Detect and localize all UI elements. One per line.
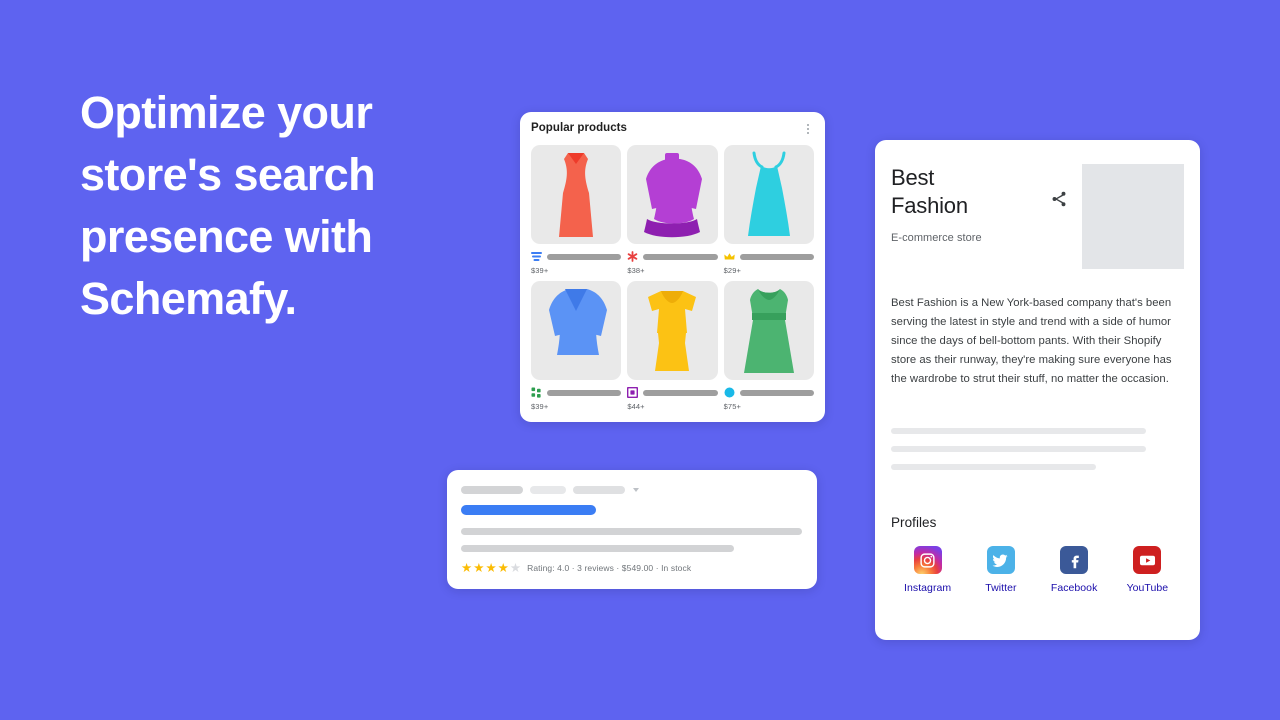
youtube-icon (1133, 546, 1162, 574)
facebook-icon (1060, 546, 1089, 574)
rich-snippet-card: ★ ★ ★ ★ ★ Rating: 4.0 · 3 reviews · $549… (447, 470, 817, 589)
peplum-dress-illustration (648, 290, 697, 371)
knowledge-panel-heading-group: Best Fashion E-commerce store (891, 164, 1076, 244)
product-grid: $39+ $38+ $29+ $39+ $44+ $75+ (531, 145, 814, 411)
profile-label: Instagram (904, 582, 952, 594)
entity-thumbnail-placeholder (1082, 164, 1184, 269)
product-name-placeholder (643, 389, 718, 396)
product-meta (724, 387, 814, 398)
product-tile[interactable]: $75+ (723, 281, 814, 411)
breadcrumb-placeholder (573, 486, 625, 494)
profile-label: Twitter (985, 582, 1017, 594)
profiles-heading: Profiles (891, 515, 937, 530)
chevron-down-icon[interactable] (633, 488, 639, 492)
star-icon-empty: ★ (509, 561, 522, 575)
snippet-rating-row: ★ ★ ★ ★ ★ Rating: 4.0 · 3 reviews · $549… (461, 562, 803, 575)
page-title: Best Fashion (891, 165, 968, 218)
twitter-icon (986, 546, 1015, 574)
v-neck-coat-illustration (549, 288, 608, 355)
product-tile[interactable]: $39+ (531, 145, 622, 275)
product-meta (627, 387, 718, 398)
product-meta (531, 251, 622, 262)
cyan-circle-icon (724, 387, 735, 398)
content-placeholder-group (891, 428, 1184, 470)
product-tile[interactable]: $44+ (627, 281, 718, 411)
entity-subtitle: E-commerce store (891, 232, 982, 244)
product-image (531, 281, 622, 380)
rating-details: Rating: 4.0 · 3 reviews · $549.00 · In s… (527, 563, 692, 574)
product-image (723, 145, 814, 244)
product-meta (531, 387, 622, 398)
profile-label: YouTube (1126, 582, 1169, 594)
product-image (627, 145, 718, 244)
blue-stripes-icon (531, 251, 542, 262)
snippet-breadcrumb (461, 486, 803, 494)
product-price: $75+ (723, 402, 741, 411)
breadcrumb-placeholder (461, 486, 523, 494)
kebab-menu-icon[interactable] (802, 122, 814, 136)
product-image (531, 145, 622, 244)
product-price: $29+ (723, 266, 741, 275)
product-name-placeholder (547, 389, 622, 396)
green-dots-icon (531, 387, 542, 398)
star-icon: ★ (461, 561, 473, 575)
profile-link-instagram[interactable]: Instagram (891, 546, 964, 594)
star-rating: ★ ★ ★ ★ ★ (461, 562, 521, 575)
knowledge-panel-card: Best Fashion E-commerce store Best Fashi… (875, 140, 1200, 640)
product-image (723, 281, 814, 380)
gold-crown-icon (723, 251, 735, 262)
product-name-placeholder (739, 253, 814, 260)
product-name-placeholder (739, 389, 814, 396)
product-price: $39+ (531, 402, 549, 411)
product-tile[interactable]: $39+ (531, 281, 622, 411)
star-icon: ★ (473, 561, 485, 575)
camisole-dress-illustration (747, 151, 790, 236)
star-icon: ★ (497, 561, 509, 575)
product-image (627, 281, 718, 380)
a-line-dress-illustration (743, 288, 794, 373)
red-asterisk-icon (627, 251, 638, 262)
instagram-icon (913, 546, 942, 574)
content-placeholder-bar (891, 446, 1146, 452)
long-sleeve-tunic-illustration (644, 152, 703, 237)
product-name-placeholder (547, 253, 622, 260)
purple-square-icon (627, 387, 639, 398)
popular-products-header: Popular products (531, 122, 814, 136)
star-icon: ★ (485, 561, 497, 575)
popular-products-title: Popular products (531, 122, 628, 134)
profile-link-youtube[interactable]: YouTube (1111, 546, 1184, 594)
product-meta (627, 251, 718, 262)
profile-label: Facebook (1050, 582, 1098, 594)
product-tile[interactable]: $38+ (627, 145, 718, 275)
product-price: $44+ (627, 402, 645, 411)
content-placeholder-bar (891, 428, 1146, 434)
profile-link-twitter[interactable]: Twitter (964, 546, 1037, 594)
content-placeholder-bar (891, 464, 1096, 470)
entity-description: Best Fashion is a New York-based company… (891, 297, 1172, 385)
popular-products-card: Popular products $39+ $38+ $29+ $39+ $44… (520, 112, 825, 422)
snippet-title-placeholder[interactable] (461, 505, 596, 515)
page-headline: Optimize your store's search presence wi… (80, 87, 376, 324)
product-name-placeholder (643, 253, 718, 260)
product-tile[interactable]: $29+ (723, 145, 814, 275)
share-icon[interactable] (1050, 190, 1068, 208)
snippet-description-placeholder (461, 528, 802, 535)
product-price: $38+ (627, 266, 645, 275)
breadcrumb-placeholder (530, 486, 566, 494)
sheath-dress-illustration (559, 152, 594, 237)
snippet-description-placeholder (461, 545, 734, 552)
knowledge-panel-header: Best Fashion E-commerce store (891, 164, 1184, 269)
product-price: $39+ (531, 266, 549, 275)
profile-link-facebook[interactable]: Facebook (1038, 546, 1111, 594)
profiles-list: Instagram Twitter Facebook YouTube (891, 546, 1184, 594)
product-meta (723, 251, 814, 262)
